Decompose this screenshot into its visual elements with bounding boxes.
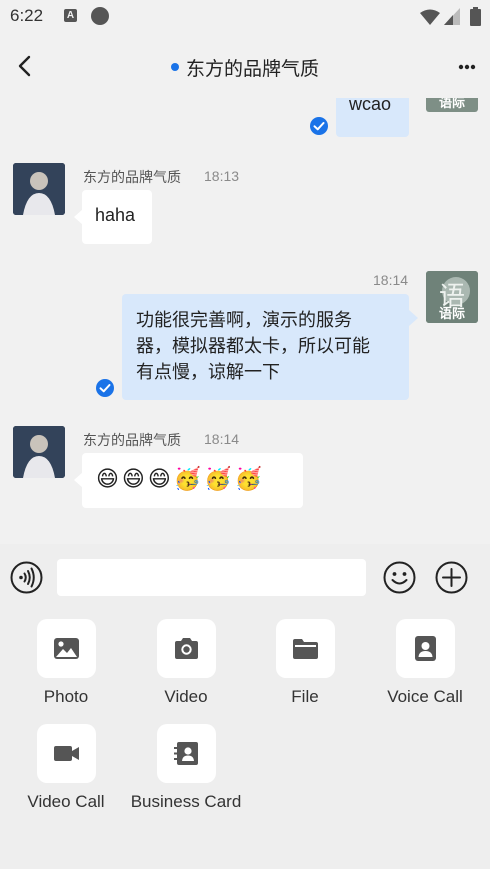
notification-dot-icon bbox=[91, 7, 109, 25]
action-label: Business Card bbox=[130, 792, 242, 811]
action-label: Voice Call bbox=[387, 687, 463, 706]
message-text: haha bbox=[95, 205, 136, 225]
message-bubble-incoming[interactable]: 😄😄😄🥳🥳🥳 bbox=[82, 453, 303, 508]
read-check-icon bbox=[310, 117, 328, 135]
more-actions-panel: Photo Video File Voice Call Video Call B… bbox=[0, 610, 490, 869]
signal-icon bbox=[444, 8, 460, 25]
contact-avatar-image bbox=[13, 426, 65, 478]
video-call-icon bbox=[53, 746, 79, 761]
sender-name: 东方的品牌气质 bbox=[83, 433, 181, 449]
message-time: 18:14 bbox=[204, 431, 240, 447]
contact-avatar[interactable] bbox=[13, 163, 65, 215]
action-voice-call-tile[interactable] bbox=[395, 619, 455, 678]
battery-icon bbox=[470, 7, 481, 26]
action-label: Video bbox=[164, 687, 208, 706]
notification-a-icon: A bbox=[64, 9, 77, 22]
voice-input-icon[interactable] bbox=[10, 561, 43, 594]
sender-name: 东方的品牌气质 bbox=[83, 170, 181, 186]
message-input[interactable] bbox=[57, 559, 366, 596]
photo-icon bbox=[53, 638, 79, 659]
action-video-call[interactable]: Video Call bbox=[6, 724, 126, 812]
message-list[interactable]: 语际 wcao 东方的品牌气质 18:13 haha 18:14 语 语际 功能… bbox=[0, 98, 490, 544]
chat-title-text: 东方的品牌气质 bbox=[185, 58, 319, 80]
self-avatar[interactable]: 语际 bbox=[426, 98, 478, 112]
message-bubble-outgoing[interactable]: wcao bbox=[336, 98, 409, 137]
action-label: Photo bbox=[43, 687, 89, 706]
message-emojis: 😄😄😄🥳🥳🥳 bbox=[96, 467, 265, 492]
self-avatar-text: 语际 bbox=[438, 307, 465, 322]
action-file[interactable]: File bbox=[245, 619, 365, 707]
read-check-icon bbox=[96, 379, 114, 397]
message-text: 功能很完善啊，演示的服务 器，模拟器都太卡，所以可能 有点慢，谅解一下 bbox=[136, 308, 370, 386]
online-status-dot bbox=[170, 62, 179, 71]
message-time: 18:13 bbox=[204, 168, 240, 184]
self-avatar[interactable]: 语 语际 bbox=[426, 271, 478, 323]
plus-icon[interactable] bbox=[435, 561, 468, 594]
contact-avatar-image bbox=[13, 163, 65, 215]
action-video[interactable]: Video bbox=[126, 619, 246, 707]
wifi-icon bbox=[420, 9, 440, 25]
status-bar: 6:22 A bbox=[0, 0, 490, 34]
camera-icon bbox=[174, 638, 198, 659]
message-bubble-outgoing[interactable]: 功能很完善啊，演示的服务 器，模拟器都太卡，所以可能 有点慢，谅解一下 bbox=[122, 294, 409, 400]
contact-avatar[interactable] bbox=[13, 426, 65, 478]
action-video-call-tile[interactable] bbox=[36, 724, 96, 783]
action-business-card[interactable]: Business Card bbox=[126, 724, 246, 812]
folder-icon bbox=[292, 639, 318, 659]
action-photo[interactable]: Photo bbox=[6, 619, 126, 707]
more-icon[interactable] bbox=[458, 64, 476, 70]
emoji-icon[interactable] bbox=[383, 561, 416, 594]
voice-call-icon bbox=[414, 636, 436, 661]
bubble-tail bbox=[409, 310, 418, 326]
action-file-tile[interactable] bbox=[275, 619, 335, 678]
message-line: 有点慢，谅解一下 bbox=[136, 362, 280, 383]
self-avatar-text: 语际 bbox=[438, 98, 465, 111]
message-bubble-incoming[interactable]: haha bbox=[82, 190, 152, 244]
action-voice-call[interactable]: Voice Call bbox=[365, 619, 485, 707]
action-photo-tile[interactable] bbox=[36, 619, 96, 678]
input-bar bbox=[0, 544, 490, 610]
chat-header: 东方的品牌气质 bbox=[0, 34, 490, 98]
chat-title: 东方的品牌气质 bbox=[0, 54, 490, 81]
action-label: Video Call bbox=[27, 792, 105, 811]
message-text: wcao bbox=[349, 98, 392, 114]
action-label: File bbox=[291, 687, 319, 706]
message-time: 18:14 bbox=[373, 272, 409, 288]
action-business-card-tile[interactable] bbox=[156, 724, 216, 783]
status-time: 6:22 bbox=[10, 6, 44, 25]
message-line: 功能很完善啊，演示的服务 bbox=[136, 310, 352, 331]
business-card-icon bbox=[173, 742, 198, 765]
action-video-tile[interactable] bbox=[156, 619, 216, 678]
message-line: 器，模拟器都太卡，所以可能 bbox=[136, 336, 370, 357]
